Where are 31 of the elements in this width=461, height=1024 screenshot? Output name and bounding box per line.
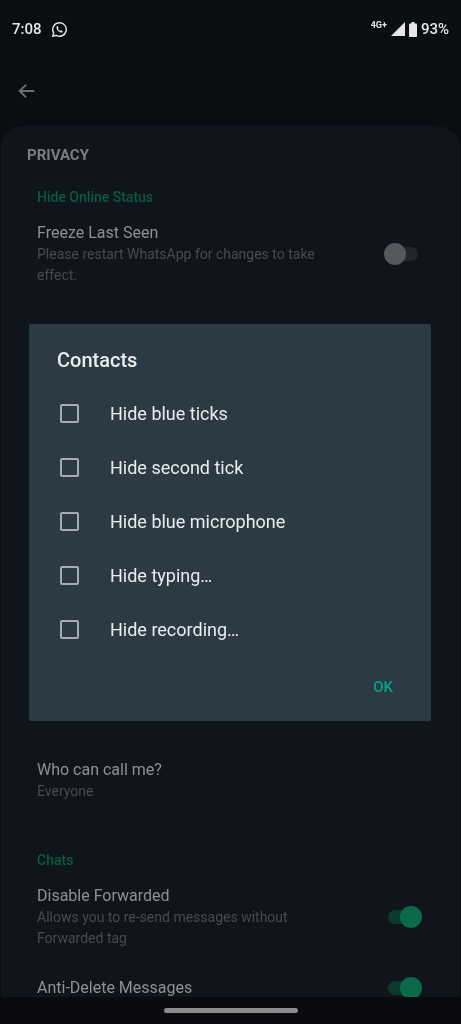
checkbox[interactable] [60,511,79,531]
checkbox-option[interactable]: Hide typing… [29,548,431,602]
battery-icon [408,21,417,37]
option-label: Hide recording… [110,617,240,642]
category-header: Hide Online Status [36,187,155,207]
checkbox-option[interactable]: Hide blue ticks [29,386,431,440]
checkbox-option[interactable]: Hide recording… [29,602,431,656]
checkbox-option[interactable]: Hide second tick [29,440,431,494]
option-label: Hide second tick [110,455,244,480]
checkbox[interactable] [60,619,79,639]
setting-title: Who can call me? [37,758,163,781]
setting-title: Freeze Last Seen [37,221,160,244]
chat-bubble-icon [50,20,68,38]
signal-icon [390,22,405,36]
settings-row[interactable]: Anti-Delete Messages [1,976,460,997]
checkbox-option[interactable]: Hide blue microphone [29,494,431,548]
dialog-title: Contacts [56,347,139,374]
checkbox[interactable] [60,403,79,423]
section-title: PRIVACY [26,145,90,166]
ok-button[interactable]: OK [371,676,395,699]
clock-time: 7:08 [12,18,42,40]
option-label: Hide typing… [110,563,213,588]
network-type: 4G+ [370,18,387,32]
option-label: Hide blue microphone [110,509,286,534]
option-label: Hide blue ticks [110,401,228,426]
battery-percent: 93% [420,18,449,40]
checkbox[interactable] [60,457,79,477]
category-header: Chats [36,850,75,870]
setting-title: Disable Forwarded [37,884,171,907]
setting-title: Anti-Delete Messages [37,976,194,997]
checkbox[interactable] [60,565,79,585]
